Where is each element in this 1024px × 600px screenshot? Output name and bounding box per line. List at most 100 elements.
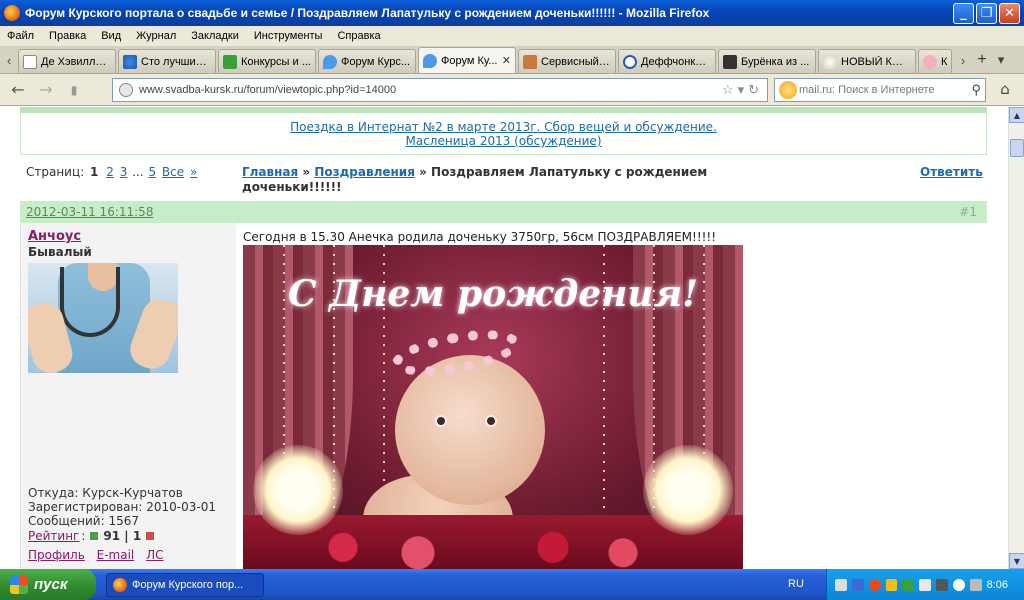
baby-eye-left xyxy=(435,415,447,427)
language-indicator[interactable]: RU xyxy=(788,578,804,590)
tab-6[interactable]: Сервисный ... xyxy=(518,49,616,73)
maximize-button[interactable]: ❐ xyxy=(976,2,997,24)
tab-7[interactable]: Деффчонки,... xyxy=(618,49,716,73)
scroll-thumb[interactable] xyxy=(1010,139,1024,157)
email-link[interactable]: E-mail xyxy=(97,548,135,562)
volume-icon[interactable] xyxy=(919,578,932,591)
page-all-link[interactable]: Все xyxy=(162,165,184,179)
menu-help[interactable]: Справка xyxy=(337,30,380,42)
pages-label: Страниц: xyxy=(26,165,85,179)
rating-minus-icon[interactable] xyxy=(146,532,155,540)
page-next-link[interactable]: » xyxy=(190,165,197,179)
taskbar-item-firefox[interactable]: Форум Курского пор... xyxy=(106,572,264,597)
tab-1[interactable]: Де Хэвиллен... xyxy=(18,49,116,73)
author-meta: Откуда: Курск-Курчатов Зарегистрирован: … xyxy=(28,486,216,528)
clock: 8:06 xyxy=(986,578,1009,591)
site-icon xyxy=(923,54,937,69)
taskbar: пуск Форум Курского пор... RU 8:06 xyxy=(0,569,1024,600)
close-button[interactable]: ✕ xyxy=(999,2,1020,24)
rating-plus-icon[interactable] xyxy=(90,532,99,540)
announce-link-1[interactable]: Поездка в Интернат №2 в марте 2013г. Сбо… xyxy=(21,120,986,134)
author-links: Профиль E-mail ЛС xyxy=(28,548,171,562)
new-tab-icon[interactable]: + xyxy=(972,47,992,73)
menu-edit[interactable]: Правка xyxy=(49,30,86,42)
app-tray-icon[interactable] xyxy=(969,578,982,591)
minimize-button[interactable]: _ xyxy=(953,2,974,24)
reply-button[interactable]: Ответить xyxy=(920,165,983,179)
light-glow-left xyxy=(253,445,343,535)
scroll-up-icon[interactable]: ▲ xyxy=(1009,107,1024,123)
profile-link[interactable]: Профиль xyxy=(28,548,85,562)
post-date-link[interactable]: 2012-03-11 16:11:58 xyxy=(26,205,153,219)
post-message: Сегодня в 15.30 Анечка родила доченьку 3… xyxy=(243,230,717,244)
flower-icon xyxy=(823,54,837,69)
site-icon xyxy=(123,54,137,69)
app-tray-icon[interactable] xyxy=(936,578,948,591)
taskbar-item-label: Форум Курского пор... xyxy=(132,578,244,591)
menu-tools[interactable]: Инструменты xyxy=(254,30,323,42)
page-2-link[interactable]: 2 xyxy=(106,165,114,179)
author-name[interactable]: Анчоус xyxy=(28,229,81,244)
tab-3[interactable]: Конкурсы и ... xyxy=(218,49,316,73)
breadcrumb-home[interactable]: Главная xyxy=(242,165,298,179)
firefox-icon xyxy=(113,577,127,592)
home-icon[interactable]: ⌂ xyxy=(994,80,1016,100)
tab-scroll-left-icon[interactable]: ‹ xyxy=(0,47,18,73)
author-rating: Рейтинг : 91 | 1 xyxy=(28,529,159,543)
baby-eye-right xyxy=(485,415,497,427)
tab-10[interactable]: Ко xyxy=(918,49,952,73)
page-scrollbar[interactable]: ▲ ▼ xyxy=(1008,107,1024,569)
tab-5-active[interactable]: Форум Ку... ✕ xyxy=(418,47,516,73)
menu-history[interactable]: Журнал xyxy=(136,30,176,42)
page-content: Поездка в Интернат №2 в марте 2013г. Сбо… xyxy=(0,107,1008,569)
tab-8[interactable]: Бурёнка из ... xyxy=(718,49,816,73)
app-tray-icon[interactable] xyxy=(885,578,898,591)
heart-icon xyxy=(323,54,337,69)
page-3-link[interactable]: 3 xyxy=(120,165,128,179)
network-icon[interactable] xyxy=(835,578,847,591)
app-tray-icon[interactable] xyxy=(952,578,965,591)
announce-link-2[interactable]: Масленица 2013 (обсуждение) xyxy=(21,134,986,148)
app-tray-icon[interactable] xyxy=(868,578,881,591)
post-number[interactable]: #1 xyxy=(959,205,977,219)
stethoscope-icon xyxy=(60,267,120,337)
menu-bookmarks[interactable]: Закладки xyxy=(191,30,239,42)
author-panel: Анчоус Бывалый Откуда: Курск-Курчатов За… xyxy=(20,223,236,569)
tab-list-icon[interactable]: ▾ xyxy=(992,47,1010,73)
start-label: пуск xyxy=(34,576,68,593)
post-header: 2012-03-11 16:11:58 #1 xyxy=(20,201,987,223)
author-rank: Бывалый xyxy=(28,245,92,259)
author-messages: Сообщений: 1567 xyxy=(28,514,139,528)
tab-2[interactable]: Сто лучших ... xyxy=(118,49,216,73)
app-tray-icon[interactable] xyxy=(902,578,915,591)
firefox-icon xyxy=(4,5,20,21)
globe-icon xyxy=(119,83,133,97)
navigation-bar: ← → ▮ www.svadba-kursk.ru/forum/viewtopi… xyxy=(0,74,1024,106)
back-arrow-icon[interactable]: ← xyxy=(4,78,32,102)
start-button[interactable]: пуск xyxy=(0,569,96,600)
forward-arrow-icon[interactable]: → xyxy=(32,78,60,102)
menu-file[interactable]: Файл xyxy=(7,30,34,42)
rating-separator: : xyxy=(81,529,86,543)
magnifier-icon[interactable]: ⚲ xyxy=(971,82,981,98)
tab-close-icon[interactable]: ✕ xyxy=(502,54,511,67)
system-tray: 8:06 xyxy=(826,569,1024,600)
url-bar[interactable]: www.svadba-kursk.ru/forum/viewtopic.php?… xyxy=(112,78,768,102)
pm-link[interactable]: ЛС xyxy=(146,548,163,562)
menu-view[interactable]: Вид xyxy=(101,30,121,42)
tab-4[interactable]: Форум Курс... xyxy=(318,49,416,73)
bookmark-star-icon[interactable]: ☆▾↻ xyxy=(722,82,763,98)
tab-9[interactable]: НОВЫЙ КОН... xyxy=(818,49,916,73)
baby-head xyxy=(395,355,545,505)
breadcrumb: Главная » Поздравления » Поздравляем Лап… xyxy=(242,165,742,195)
app-tray-icon[interactable] xyxy=(851,578,864,591)
breadcrumb-sep: » xyxy=(414,165,432,179)
rating-value: 91 | 1 xyxy=(103,529,142,543)
rating-link[interactable]: Рейтинг xyxy=(28,529,79,543)
pages-dots: ... xyxy=(132,165,144,179)
breadcrumb-section[interactable]: Поздравления xyxy=(314,165,415,179)
scroll-down-icon[interactable]: ▼ xyxy=(1009,553,1024,569)
tab-scroll-right-icon[interactable]: › xyxy=(954,47,972,73)
search-box[interactable]: mail.ru: Поиск в Интернете ⚲ xyxy=(774,78,986,102)
page-5-link[interactable]: 5 xyxy=(148,165,156,179)
